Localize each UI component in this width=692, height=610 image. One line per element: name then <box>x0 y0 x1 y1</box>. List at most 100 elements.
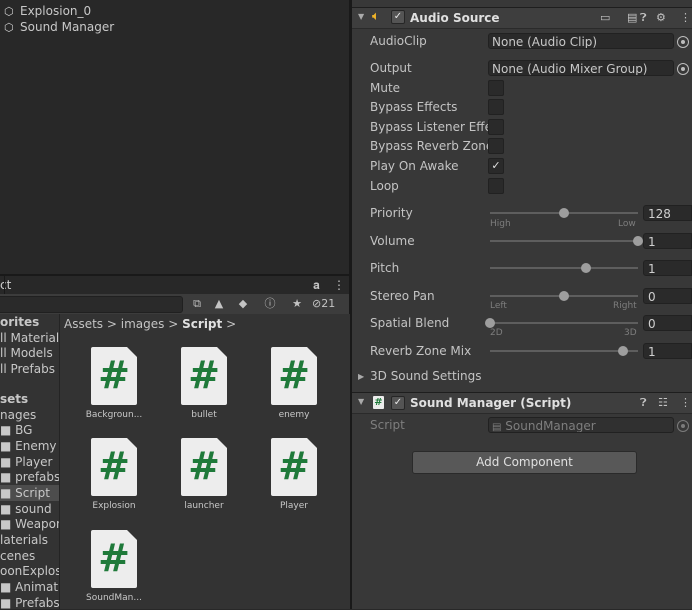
hidden-packages-icon[interactable]: ⊘21 <box>312 296 348 312</box>
breadcrumb-separator: > <box>106 317 117 331</box>
stereo-hint-right: Right <box>613 301 637 311</box>
audio-source-enabled-checkbox[interactable]: ✓ <box>391 10 405 24</box>
bypass-listener-checkbox[interactable] <box>488 119 504 135</box>
stereo-pan-input[interactable]: 0 <box>643 288 692 304</box>
output-label: Output <box>370 61 412 75</box>
priority-input[interactable]: 128 <box>643 205 692 221</box>
reverb-zone-mix-input[interactable]: 1 <box>643 343 692 359</box>
tree-item-materials[interactable]: laterials <box>0 532 59 548</box>
volume-input[interactable]: 1 <box>643 233 692 249</box>
loop-label: Loop <box>370 179 399 193</box>
bypass-reverb-checkbox[interactable] <box>488 138 504 154</box>
audio-source-icon: 🔈︎ <box>372 9 380 24</box>
search-by-type-icon[interactable]: ▲ <box>210 296 228 312</box>
settings-icon[interactable]: ⚙ <box>656 11 666 24</box>
tree-item-scenes[interactable]: cenes <box>0 548 59 564</box>
warning-filter-icon[interactable]: ⓘ <box>261 296 279 312</box>
bypass-listener-label: Bypass Listener Effec <box>370 120 488 134</box>
tree-item-enemy[interactable]: ■ Enemy <box>0 438 59 454</box>
asset-label: Backgroun... <box>85 410 143 420</box>
project-tab-bar: ct 𝐚 ⋮ <box>0 276 349 295</box>
asset-label: bullet <box>191 410 217 420</box>
hierarchy-item-sound-manager[interactable]: ⬡ Sound Manager <box>0 19 349 35</box>
output-field[interactable]: None (Audio Mixer Group) <box>488 60 674 76</box>
audio-source-title: Audio Source <box>410 11 500 25</box>
pitch-input[interactable]: 1 <box>643 260 692 276</box>
search-by-label-icon[interactable]: ◆ <box>234 296 252 312</box>
tree-item-weapon[interactable]: ■ Weapon <box>0 516 59 532</box>
csharp-script-icon: # <box>373 396 384 409</box>
project-search-input[interactable] <box>0 296 183 313</box>
object-picker-icon[interactable] <box>677 36 689 48</box>
breadcrumb-assets[interactable]: Assets <box>64 317 103 331</box>
bypass-effects-checkbox[interactable] <box>488 99 504 115</box>
hierarchy-item-label: Explosion_0 <box>20 4 92 18</box>
spatial-blend-input[interactable]: 0 <box>643 315 692 331</box>
tree-item-prefabs[interactable]: ■ prefabs <box>0 469 59 485</box>
create-icon[interactable]: ⧉ <box>188 296 206 312</box>
spatial-blend-label: Spatial Blend <box>370 316 450 330</box>
tree-item-prefabs-sub[interactable]: ■ Prefabs <box>0 595 59 609</box>
sound-manager-enabled-checkbox[interactable]: ✓ <box>391 396 405 410</box>
breadcrumb-images[interactable]: images <box>121 317 165 331</box>
help-icon[interactable]: ❓︎ <box>640 396 647 410</box>
bypass-reverb-label: Bypass Reverb Zones <box>370 139 488 153</box>
add-component-button[interactable]: Add Component <box>412 451 637 474</box>
comment-icon[interactable]: ▭ <box>600 11 610 24</box>
preset-icon[interactable]: ☷ <box>658 396 668 409</box>
spatial-hint-2d: 2D <box>490 328 503 338</box>
tree-item-moon-explosion[interactable]: oonExplosi <box>0 563 59 579</box>
play-on-awake-checkbox[interactable]: ✓ <box>488 158 504 174</box>
stereo-pan-slider-handle[interactable] <box>559 291 569 301</box>
asset-label: enemy <box>278 410 310 420</box>
asset-background-script[interactable]: # Backgroun... <box>69 347 159 427</box>
pitch-slider-track[interactable] <box>490 267 638 269</box>
object-picker-icon[interactable] <box>677 63 689 75</box>
play-on-awake-label: Play On Awake <box>370 159 459 173</box>
tree-item-assets[interactable]: sets <box>0 391 59 407</box>
tree-item-sound[interactable]: ■ sound <box>0 501 59 517</box>
lock-icon[interactable]: 𝐚 <box>313 277 320 293</box>
asset-soundmanager-script[interactable]: # SoundMan... <box>69 530 159 610</box>
more-icon[interactable]: ⋮ <box>680 11 691 24</box>
tree-item-all-models[interactable]: ll Models <box>0 345 59 361</box>
tree-item-images[interactable]: nages <box>0 407 59 423</box>
audioclip-field[interactable]: None (Audio Clip) <box>488 33 674 49</box>
spatial-blend-slider-track[interactable] <box>490 322 638 324</box>
asset-launcher-script[interactable]: # launcher <box>159 438 249 518</box>
loop-checkbox[interactable] <box>488 178 504 194</box>
asset-player-script[interactable]: # Player <box>249 438 339 518</box>
hierarchy-panel: ⬡ Explosion_0 ⬡ Sound Manager <box>0 0 349 274</box>
mute-checkbox[interactable] <box>488 80 504 96</box>
csharp-script-icon: # <box>91 438 137 496</box>
priority-slider-handle[interactable] <box>559 208 569 218</box>
asset-bullet-script[interactable]: # bullet <box>159 347 249 427</box>
tree-item-favorites[interactable]: orites <box>0 314 59 330</box>
tree-item-bg[interactable]: ■ BG <box>0 422 59 438</box>
tree-item-script[interactable]: ■ Script <box>0 485 59 501</box>
breadcrumb-script[interactable]: Script <box>182 317 222 331</box>
tree-item-player[interactable]: ■ Player <box>0 454 59 470</box>
reverb-zone-mix-slider-track[interactable] <box>490 350 638 352</box>
foldout-arrow-icon[interactable]: ▶ <box>358 372 364 381</box>
foldout-arrow-icon[interactable]: ▼ <box>358 12 364 21</box>
volume-slider-handle[interactable] <box>633 236 643 246</box>
volume-slider-track[interactable] <box>490 240 638 242</box>
object-picker-icon <box>677 420 689 432</box>
favorite-star-icon[interactable]: ★ <box>288 296 306 312</box>
tree-item-animation[interactable]: ■ Animatior <box>0 579 59 595</box>
asset-explosion-script[interactable]: # Explosion <box>69 438 159 518</box>
hierarchy-item-explosion[interactable]: ⬡ Explosion_0 <box>0 3 349 19</box>
3d-sound-settings-foldout[interactable]: 3D Sound Settings <box>370 368 482 384</box>
help-icon[interactable]: ❓︎ <box>640 11 647 25</box>
breadcrumb-separator: > <box>226 317 237 331</box>
script-field: ▤ SoundManager <box>488 417 674 433</box>
more-icon[interactable]: ⋮ <box>680 396 691 409</box>
tree-item-all-prefabs[interactable]: ll Prefabs <box>0 361 59 377</box>
preset-icon[interactable]: ▤ <box>627 11 637 24</box>
more-options-icon[interactable]: ⋮ <box>333 277 345 293</box>
tree-item-all-materials[interactable]: ll Materials <box>0 330 59 346</box>
asset-enemy-script[interactable]: # enemy <box>249 347 339 427</box>
foldout-arrow-icon[interactable]: ▼ <box>358 397 364 406</box>
spatial-blend-slider-handle[interactable] <box>485 318 495 328</box>
